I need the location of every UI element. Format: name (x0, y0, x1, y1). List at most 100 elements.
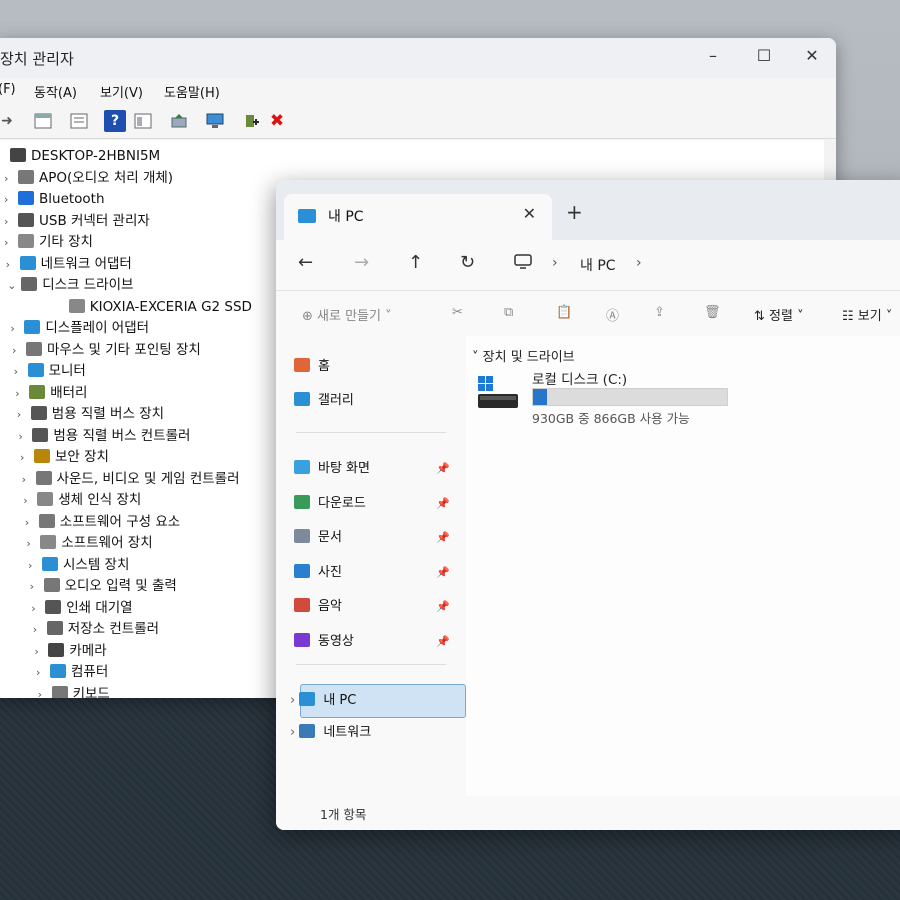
uninstall-device-icon[interactable]: ✖ (266, 110, 288, 132)
device-tree-item[interactable]: › 모니터 (14, 361, 86, 381)
scan-hardware-icon[interactable] (204, 110, 226, 132)
back-arrow-icon[interactable]: ← (298, 252, 313, 273)
device-tree-item[interactable]: › 범용 직렬 버스 컨트롤러 (18, 426, 190, 446)
forward-arrow-icon[interactable]: → (354, 252, 369, 273)
cut-icon[interactable]: ✂ (452, 305, 463, 320)
close-button[interactable]: ✕ (798, 46, 826, 65)
monitor-icon[interactable] (514, 254, 532, 275)
nav-item[interactable]: 음악 📌 (294, 596, 454, 618)
menu-help[interactable]: 도움말(H) (164, 82, 220, 101)
list-view-icon[interactable] (68, 110, 90, 132)
device-tree-item[interactable]: › Bluetooth (4, 189, 105, 209)
drive-name[interactable]: 로컬 디스크 (C:) (532, 368, 627, 388)
properties-view-icon[interactable] (32, 110, 54, 132)
breadcrumb-chevron-icon[interactable]: › (636, 255, 642, 271)
expand-chevron-icon[interactable]: › (33, 620, 47, 640)
device-tree-item[interactable]: › 디스플레이 어댑터 (10, 318, 149, 338)
expand-chevron-icon[interactable]: › (31, 599, 45, 619)
expand-chevron-icon[interactable]: › (4, 169, 18, 189)
close-tab-icon[interactable]: ✕ (523, 204, 536, 223)
device-tree-item[interactable]: DESKTOP-2HBNI5M (0, 146, 160, 166)
expand-chevron-icon[interactable]: ⌄ (7, 276, 21, 296)
menu-action[interactable]: 동작(A) (34, 82, 77, 101)
device-tree-item[interactable]: › 저장소 컨트롤러 (33, 619, 159, 639)
expand-chevron-icon[interactable]: › (4, 233, 18, 253)
pin-icon[interactable]: 📌 (436, 493, 450, 515)
expand-chevron-icon[interactable]: › (38, 685, 52, 699)
expand-chevron-icon[interactable]: › (28, 556, 42, 576)
expand-chevron-icon[interactable]: › (15, 384, 29, 404)
breadcrumb-separator-icon[interactable]: › (552, 255, 558, 271)
sort-button[interactable]: ⇅ 정렬 ˅ (754, 305, 804, 324)
device-tree-item[interactable]: › 배터리 (15, 383, 87, 403)
device-tree-item[interactable]: › 마우스 및 기타 포인팅 장치 (12, 340, 201, 360)
device-tree-item[interactable]: › 네트워크 어댑터 (6, 254, 132, 274)
share-icon[interactable]: ⇪ (654, 305, 665, 320)
nav-item[interactable]: 바탕 화면 📌 (294, 458, 454, 480)
nav-item[interactable]: 문서 📌 (294, 527, 454, 549)
nav-item[interactable]: 갤러리 (294, 390, 454, 412)
menu-view[interactable]: 보기(V) (100, 82, 143, 101)
nav-item[interactable]: › 네트워크 (290, 722, 450, 744)
expand-chevron-icon[interactable]: › (14, 362, 28, 382)
device-tree-item[interactable]: › 소프트웨어 구성 요소 (25, 512, 180, 532)
expand-chevron-icon[interactable]: › (290, 725, 299, 740)
nav-item[interactable]: › 내 PC (290, 690, 450, 712)
pin-icon[interactable]: 📌 (436, 631, 450, 653)
add-driver-icon[interactable] (240, 110, 262, 132)
expand-chevron-icon[interactable]: › (34, 642, 48, 662)
device-tree-item[interactable]: › APO(오디오 처리 개체) (4, 168, 173, 188)
device-tree-item[interactable]: KIOXIA-EXCERIA G2 SSD (55, 297, 252, 317)
tab-this-pc[interactable]: 내 PC ✕ (284, 194, 552, 240)
device-tree-item[interactable]: › 범용 직렬 버스 장치 (17, 404, 164, 424)
nav-item[interactable]: 사진 📌 (294, 562, 454, 584)
expand-chevron-icon[interactable]: › (26, 534, 40, 554)
details-view-icon[interactable] (132, 110, 154, 132)
device-tree-item[interactable]: › 생체 인식 장치 (23, 490, 141, 510)
new-tab-button[interactable]: + (566, 200, 583, 224)
local-disk-icon[interactable] (476, 374, 520, 412)
nav-item[interactable]: 다운로드 📌 (294, 493, 454, 515)
expand-chevron-icon[interactable]: › (12, 341, 26, 361)
expand-chevron-icon[interactable]: › (23, 491, 37, 511)
expand-chevron-icon[interactable]: › (18, 427, 32, 447)
new-button[interactable]: ⊕ 새로 만들기 ˅ (302, 305, 392, 324)
device-tree-item[interactable]: › 보안 장치 (20, 447, 109, 467)
expand-chevron-icon[interactable]: › (290, 693, 299, 708)
forward-arrow-icon[interactable]: ➜ (0, 110, 18, 132)
device-tree-item[interactable]: › 인쇄 대기열 (31, 598, 133, 619)
menu-file[interactable]: (F) (0, 82, 16, 97)
rename-icon[interactable]: Ⓐ (606, 305, 619, 324)
device-tree-item[interactable]: ⌄ 디스크 드라이브 (7, 275, 133, 295)
expand-chevron-icon[interactable]: › (20, 448, 34, 468)
copy-icon[interactable]: ⧉ (504, 305, 513, 320)
expand-chevron-icon[interactable]: › (22, 470, 36, 490)
expand-chevron-icon[interactable]: › (4, 190, 18, 210)
breadcrumb-this-pc[interactable]: 내 PC (580, 255, 616, 275)
device-tree-item[interactable]: › 오디오 입력 및 출력 (30, 576, 177, 596)
nav-item[interactable]: 홈 (294, 356, 454, 378)
device-tree-item[interactable]: › 키보드 (38, 684, 110, 699)
device-tree-item[interactable]: › 사운드, 비디오 및 게임 컨트롤러 (22, 469, 240, 489)
help-icon[interactable]: ? (104, 110, 126, 132)
device-tree-item[interactable]: › 소프트웨어 장치 (26, 533, 153, 554)
expand-chevron-icon[interactable]: › (10, 319, 24, 339)
expand-chevron-icon[interactable]: › (4, 212, 18, 232)
device-tree-item[interactable]: › 시스템 장치 (28, 555, 129, 575)
paste-icon[interactable]: 📋 (556, 305, 572, 320)
device-tree-item[interactable]: › 기타 장치 (4, 232, 93, 252)
pin-icon[interactable]: 📌 (436, 527, 450, 549)
expand-chevron-icon[interactable]: › (30, 577, 44, 597)
view-button[interactable]: ☷ 보기 ˅ (842, 305, 892, 324)
expand-chevron-icon[interactable]: › (17, 405, 31, 425)
up-arrow-icon[interactable]: ↑ (408, 252, 423, 273)
maximize-button[interactable]: ☐ (750, 46, 778, 65)
pin-icon[interactable]: 📌 (436, 596, 450, 618)
device-tree-item[interactable]: › USB 커넥터 관리자 (4, 211, 150, 231)
minimize-button[interactable]: – (699, 46, 727, 65)
delete-icon[interactable]: 🗑 (704, 305, 721, 320)
device-tree-item[interactable]: › 컴퓨터 (36, 662, 108, 682)
pin-icon[interactable]: 📌 (436, 562, 450, 584)
expand-chevron-icon[interactable]: › (6, 255, 20, 275)
device-tree-item[interactable]: › 카메라 (34, 641, 107, 662)
